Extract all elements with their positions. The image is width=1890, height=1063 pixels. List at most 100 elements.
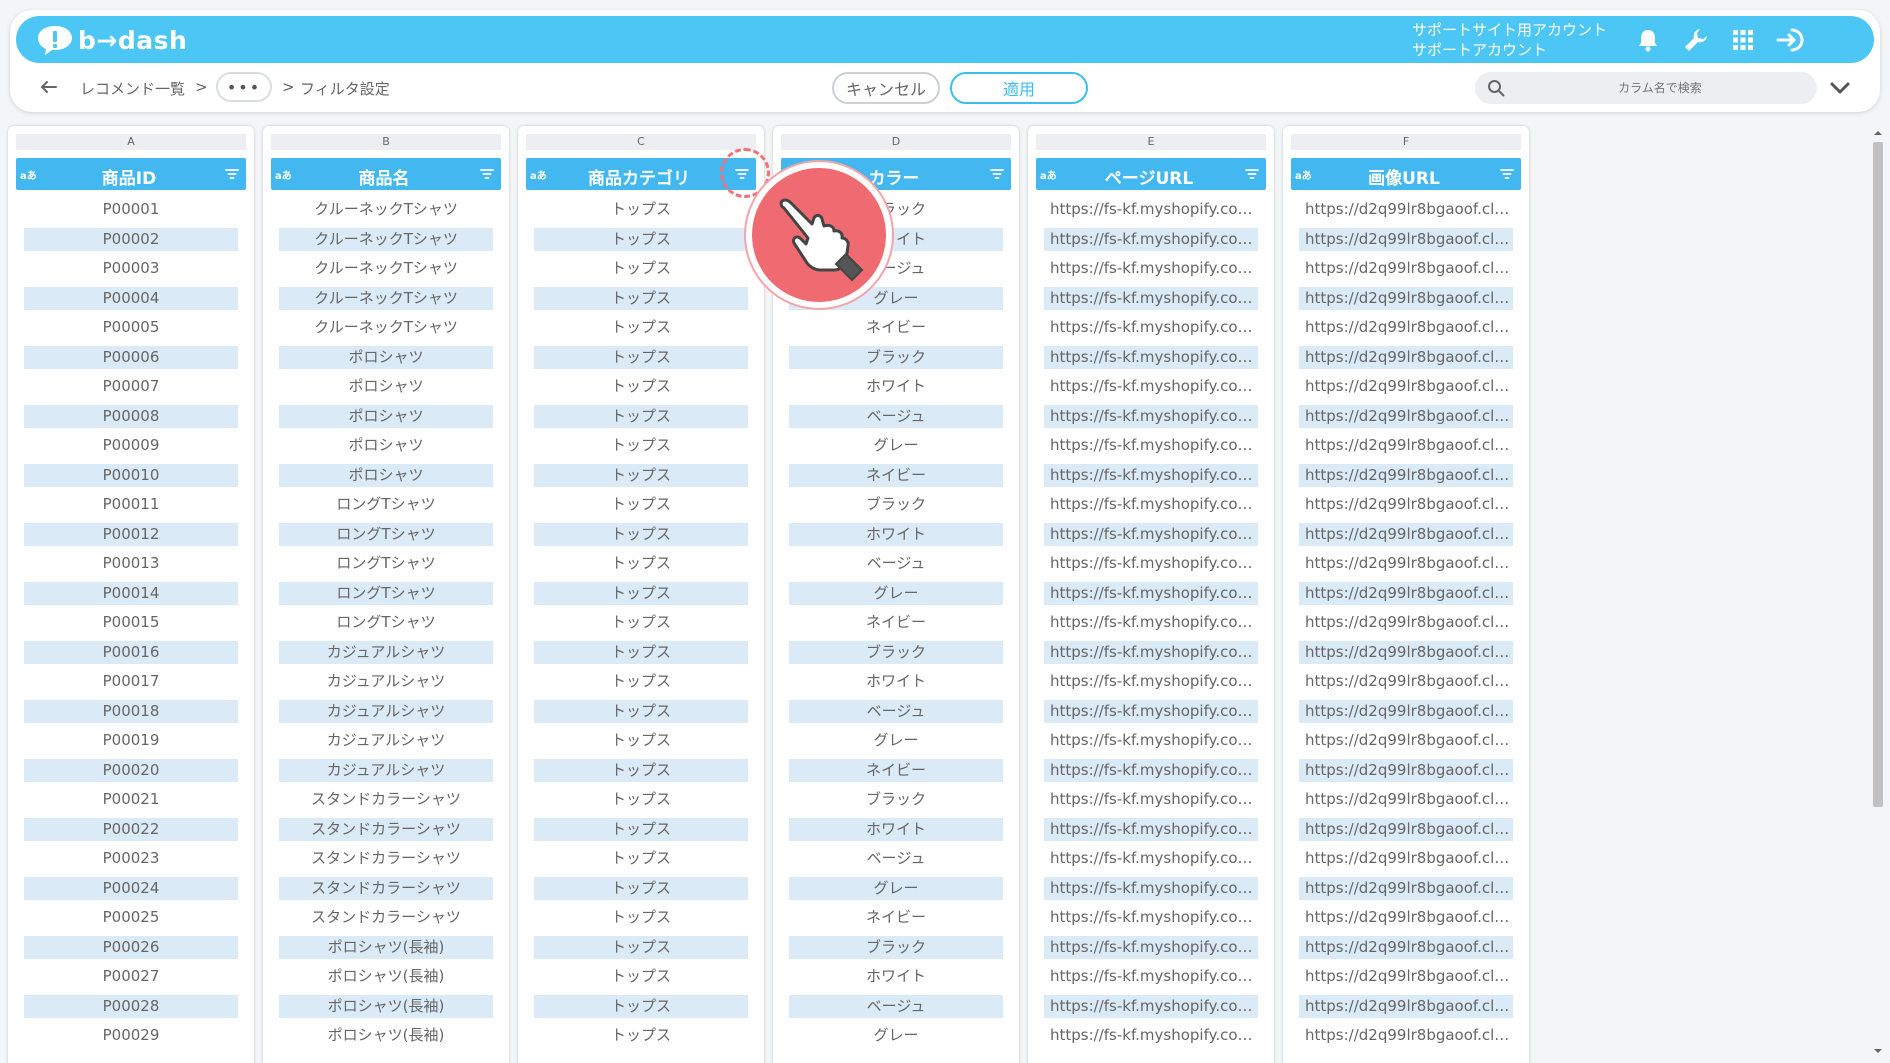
table-cell: P00020 [24, 758, 238, 782]
table-cell: トップス [610, 1026, 671, 1044]
apply-button[interactable]: 適用 [950, 72, 1088, 104]
account-site-name: サポートサイト用アカウント [1412, 21, 1608, 39]
table-cell: トップス [534, 286, 748, 310]
breadcrumb-ellipsis-button[interactable]: ••• [216, 72, 272, 102]
table-cell: ブラック [865, 495, 926, 513]
column-letter[interactable]: D [781, 134, 1011, 150]
column-header[interactable]: aあ 商品名 [271, 158, 501, 190]
table-cell: トップス [534, 404, 748, 428]
table-cell: P00019 [102, 731, 160, 749]
table-cell: https://fs-kf.myshopify.com… [1050, 849, 1258, 867]
bell-icon[interactable] [1633, 26, 1663, 54]
table-cell: ポロシャツ [279, 404, 493, 428]
table-cell: ネイビー [865, 613, 926, 631]
table-cell: P00027 [102, 967, 160, 985]
table-cell: https://fs-kf.myshopify.com… [1044, 994, 1258, 1018]
table-cell: トップス [610, 849, 671, 867]
column-title: ページURL [1104, 169, 1194, 189]
breadcrumb-recommend-list[interactable]: レコメンド一覧 [80, 78, 185, 99]
column-header[interactable]: aあ 商品ID [16, 158, 246, 190]
column-f: Faあ 画像URL https://d2q99lr8bgaoof.clo… https… [1283, 126, 1529, 1063]
table-cell: ポロシャツ(長袖) [279, 994, 493, 1018]
table-cell: ポロシャツ [279, 463, 493, 487]
table-cell: グレー [873, 1026, 919, 1044]
filter-icon-b[interactable] [480, 167, 494, 181]
breadcrumb-separator: > [282, 78, 295, 96]
table-cell: https://d2q99lr8bgaoof.clo… [1305, 672, 1513, 690]
filter-icon-f[interactable] [1500, 167, 1514, 181]
table-cell: P00009 [102, 436, 160, 454]
table-cell: https://d2q99lr8bgaoof.clo… [1305, 1026, 1513, 1044]
table-cell: ロングTシャツ [279, 522, 493, 546]
column-header[interactable]: aあ 画像URL [1291, 158, 1521, 190]
table-cell: P00006 [24, 345, 238, 369]
table-cell: ネイビー [865, 908, 926, 926]
filter-icon-a[interactable] [225, 167, 239, 181]
column-a: Aaあ 商品ID P00001 P00002 P00003 P00004 P00005 P00… [8, 126, 254, 1063]
scrollbar-thumb[interactable] [1873, 142, 1883, 807]
table-cell: ネイビー [789, 758, 1003, 782]
table-cell: P00026 [24, 935, 238, 959]
table-cell: https://d2q99lr8bgaoof.clo… [1305, 967, 1513, 985]
table-cell: P00029 [102, 1026, 160, 1044]
table-cell: https://fs-kf.myshopify.com… [1044, 404, 1258, 428]
column-letter[interactable]: A [16, 134, 246, 150]
column-letter[interactable]: E [1036, 134, 1266, 150]
table-cell: トップス [534, 876, 748, 900]
table-cell: https://d2q99lr8bgaoof.clo… [1299, 699, 1513, 723]
table-cell: ネイビー [789, 463, 1003, 487]
filter-icon-e[interactable] [1245, 167, 1259, 181]
wrench-icon[interactable] [1681, 26, 1711, 54]
column-letter[interactable]: B [271, 134, 501, 150]
scroll-down-arrow-icon[interactable] [1873, 1046, 1883, 1056]
account-info[interactable]: サポートサイト用アカウント サポートアカウント [1412, 20, 1607, 60]
column-letter[interactable]: C [526, 134, 756, 150]
table-cell: https://d2q99lr8bgaoof.clo… [1299, 994, 1513, 1018]
grid-icon[interactable] [1728, 26, 1758, 54]
table-cell: トップス [534, 758, 748, 782]
table-cell: ベージュ [866, 554, 926, 572]
table-cell: カジュアルシャツ [279, 758, 493, 782]
filter-icon-d[interactable] [990, 167, 1004, 181]
table-cell: ベージュ [866, 849, 926, 867]
table-cell: https://fs-kf.myshopify.com… [1050, 967, 1258, 985]
table-cell: グレー [873, 436, 919, 454]
table-cell: トップス [610, 790, 671, 808]
table-cell: https://d2q99lr8bgaoof.clo… [1305, 436, 1513, 454]
table-cell: https://fs-kf.myshopify.com… [1044, 640, 1258, 664]
table-cell: クルーネックTシャツ [314, 200, 458, 218]
cancel-button[interactable]: キャンセル [832, 72, 940, 104]
table-cell: https://d2q99lr8bgaoof.clo… [1299, 581, 1513, 605]
table-cell: ホワイト [789, 817, 1003, 841]
scroll-up-arrow-icon[interactable] [1873, 128, 1883, 138]
table-cell: ロングTシャツ [279, 581, 493, 605]
chevron-down-icon[interactable] [1828, 76, 1852, 100]
table-cell: P00023 [102, 849, 160, 867]
back-arrow-icon[interactable] [38, 76, 60, 98]
table-cell: P00018 [24, 699, 238, 723]
logo-bubble-icon [38, 26, 72, 55]
column-title: 商品ID [101, 169, 157, 189]
table-cell: ポロシャツ(長袖) [327, 1026, 445, 1044]
table-cell: スタンドカラーシャツ [311, 908, 461, 926]
table-cell: https://fs-kf.myshopify.com… [1050, 259, 1258, 277]
table-cell: トップス [610, 436, 671, 454]
column-title: 商品カテゴリ [588, 169, 690, 189]
logout-icon[interactable] [1776, 26, 1806, 54]
table-cell: https://fs-kf.myshopify.com… [1044, 935, 1258, 959]
column-letter[interactable]: F [1291, 134, 1521, 150]
table-cell: P00024 [24, 876, 238, 900]
column-search-input[interactable] [1515, 76, 1805, 100]
logo[interactable]: b→dash [36, 22, 187, 58]
table-cell: https://d2q99lr8bgaoof.clo… [1299, 345, 1513, 369]
logo-text: b→dash [78, 25, 188, 55]
table-cell: https://d2q99lr8bgaoof.clo… [1305, 554, 1513, 572]
table-cell: トップス [534, 994, 748, 1018]
table-cell: https://fs-kf.myshopify.com… [1044, 345, 1258, 369]
column-header[interactable]: aあ ページURL [1036, 158, 1266, 190]
column-c: Caあ 商品カテゴリ トップス トップス トップス トップス トップス トップス トップス トップ… [518, 126, 764, 1063]
table-cell: トップス [610, 908, 671, 926]
table-cell: ポロシャツ [348, 436, 424, 454]
hand-pointer-glyph [779, 198, 864, 282]
table-cell: https://fs-kf.myshopify.com… [1050, 908, 1258, 926]
